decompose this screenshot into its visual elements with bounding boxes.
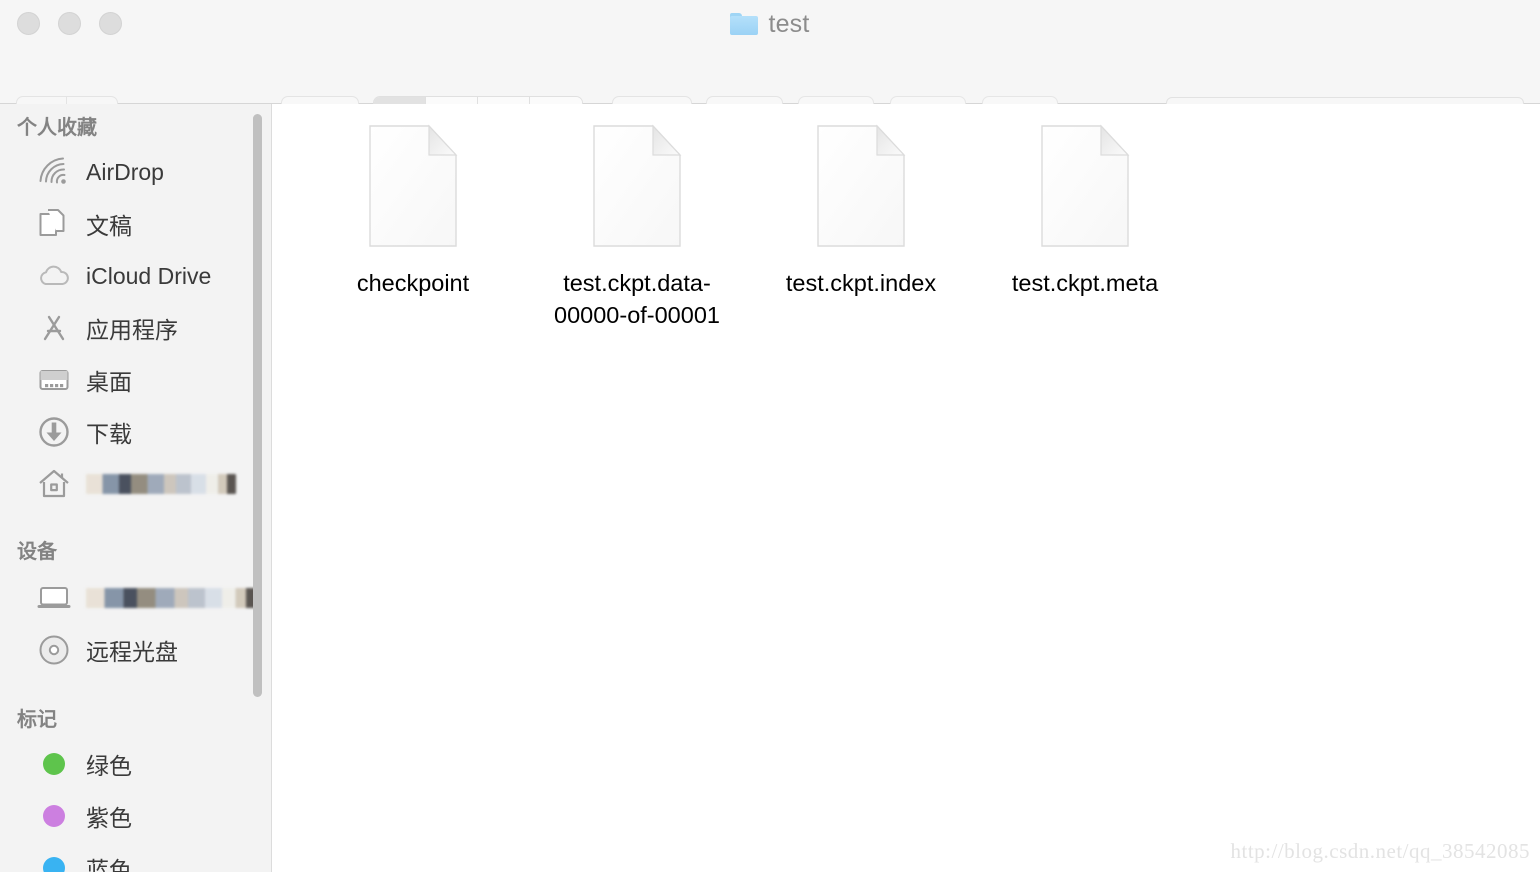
file-name: test.ckpt.index bbox=[785, 270, 937, 296]
file-item[interactable]: test.ckpt.data-00000-of-00001 bbox=[525, 114, 749, 331]
desktop-icon bbox=[36, 363, 72, 397]
toolbar: 搜索 bbox=[0, 48, 1540, 146]
documents-icon bbox=[36, 207, 72, 241]
sidebar-item-tag-purple[interactable]: 紫色 bbox=[0, 790, 271, 842]
sidebar-item-tag-green[interactable]: 绿色 bbox=[0, 738, 271, 790]
remote-disc-icon bbox=[36, 633, 72, 667]
sidebar-section-tags-header: 标记 bbox=[0, 676, 271, 738]
window-title-area: test bbox=[0, 8, 1540, 40]
sidebar-item-label: AirDrop bbox=[86, 158, 164, 185]
sidebar-header-label: 个人收藏 bbox=[17, 116, 97, 139]
sidebar-section-favorites-header: 个人收藏 bbox=[0, 104, 271, 146]
sidebar-item-label: 应用程序 bbox=[86, 317, 178, 343]
titlebar: test bbox=[0, 0, 1540, 146]
document-icon bbox=[815, 124, 907, 249]
window-title: test bbox=[768, 9, 810, 38]
laptop-icon bbox=[36, 581, 72, 615]
home-icon bbox=[36, 467, 72, 501]
sidebar-item-airdrop[interactable]: AirDrop bbox=[0, 146, 271, 198]
applications-icon bbox=[36, 311, 72, 345]
sidebar-item-tag-blue[interactable]: 蓝色 bbox=[0, 842, 271, 872]
sidebar-item-laptop[interactable] bbox=[0, 572, 271, 624]
sidebar-item-label: 远程光盘 bbox=[86, 639, 178, 665]
file-grid-area[interactable]: checkpoint test.ckpt.data-00000-of-00001 bbox=[273, 104, 1540, 872]
sidebar-scrollbar-thumb[interactable] bbox=[253, 114, 262, 697]
sidebar-item-label-redacted bbox=[86, 474, 236, 494]
sidebar-item-desktop[interactable]: 桌面 bbox=[0, 354, 271, 406]
sidebar-item-downloads[interactable]: 下载 bbox=[0, 406, 271, 458]
sidebar-item-label: 文稿 bbox=[86, 213, 132, 239]
file-name: test.ckpt.data-00000-of-00001 bbox=[554, 270, 720, 329]
watermark: http://blog.csdn.net/qq_38542085 bbox=[1230, 839, 1530, 863]
tag-dot-blue-icon bbox=[36, 851, 72, 872]
file-grid: checkpoint test.ckpt.data-00000-of-00001 bbox=[301, 114, 1197, 331]
icloud-icon bbox=[36, 259, 72, 293]
document-icon bbox=[591, 124, 683, 249]
file-item[interactable]: test.ckpt.index bbox=[749, 114, 973, 331]
sidebar-item-home[interactable] bbox=[0, 458, 271, 510]
file-name: test.ckpt.meta bbox=[1011, 270, 1159, 296]
sidebar-scrollbar[interactable] bbox=[253, 104, 262, 872]
document-icon bbox=[367, 124, 459, 249]
file-name: checkpoint bbox=[356, 270, 470, 296]
sidebar-section-devices-header: 设备 bbox=[0, 510, 271, 572]
sidebar-item-label: 桌面 bbox=[86, 369, 132, 395]
sidebar-item-label: 下载 bbox=[86, 421, 132, 447]
sidebar-header-label: 标记 bbox=[17, 709, 57, 731]
downloads-icon bbox=[36, 415, 72, 449]
file-item[interactable]: test.ckpt.meta bbox=[973, 114, 1197, 331]
sidebar-item-icloud-drive[interactable]: iCloud Drive bbox=[0, 250, 271, 302]
tag-dot-purple-icon bbox=[36, 799, 72, 833]
tag-dot-green-icon bbox=[36, 747, 72, 781]
sidebar-header-label: 设备 bbox=[17, 541, 57, 563]
sidebar-item-applications[interactable]: 应用程序 bbox=[0, 302, 271, 354]
sidebar: 个人收藏 AirDrop 文稿 iCloud Drive 应用程序 桌面 下载 … bbox=[0, 104, 272, 872]
sidebar-item-label: 绿色 bbox=[86, 753, 132, 779]
sidebar-item-label-redacted bbox=[86, 588, 256, 608]
sidebar-item-label: iCloud Drive bbox=[86, 262, 212, 289]
sidebar-item-label: 紫色 bbox=[86, 805, 132, 831]
sidebar-item-documents[interactable]: 文稿 bbox=[0, 198, 271, 250]
sidebar-item-label: 蓝色 bbox=[86, 857, 132, 872]
document-icon bbox=[1039, 124, 1131, 249]
airdrop-icon bbox=[36, 155, 72, 189]
finder-window: test 个人收藏 AirDrop 文稿 iCloud Drive 应用程序 桌… bbox=[0, 0, 1540, 872]
file-item[interactable]: checkpoint bbox=[301, 114, 525, 331]
sidebar-item-remote-disc[interactable]: 远程光盘 bbox=[0, 624, 271, 676]
folder-icon bbox=[730, 13, 759, 35]
